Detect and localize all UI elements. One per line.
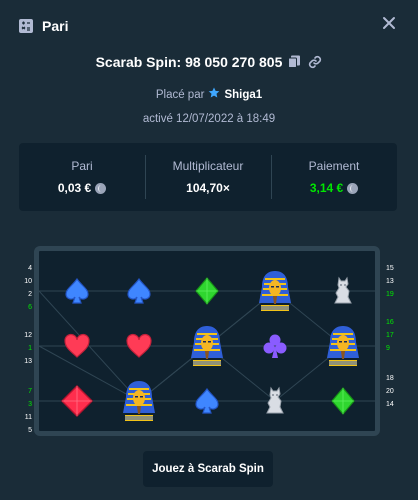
payline-number: 11 bbox=[24, 414, 32, 421]
payline-number: 19 bbox=[386, 291, 394, 298]
payline-number: 13 bbox=[386, 278, 394, 285]
bet-title-row: Scarab Spin: 98 050 270 805 bbox=[0, 54, 418, 70]
bet-slip-icon bbox=[18, 18, 34, 34]
payline-number: 2 bbox=[28, 291, 32, 298]
heart-red-symbol-icon bbox=[55, 324, 99, 368]
payline-number: 10 bbox=[24, 278, 32, 285]
diamond-green-symbol-icon bbox=[321, 379, 365, 423]
payline-number: 1 bbox=[28, 345, 32, 352]
copy-icon[interactable] bbox=[288, 55, 302, 69]
stat-label: Paiement bbox=[308, 159, 360, 173]
payline-number: 4 bbox=[28, 265, 32, 272]
stat-payout: Paiement 3,14 € bbox=[271, 143, 397, 211]
activated-date: activé 12/07/2022 à 18:49 bbox=[142, 113, 276, 125]
payline-number: 13 bbox=[24, 358, 32, 365]
payline-number: 17 bbox=[386, 332, 394, 339]
payline-numbers-right: 15 13 19 16 17 9 18 20 14 bbox=[386, 262, 400, 411]
club-purple-symbol-icon bbox=[253, 324, 297, 368]
payline-number: 20 bbox=[386, 388, 394, 395]
bet-title: Scarab Spin: 98 050 270 805 bbox=[95, 54, 283, 70]
payline-number: 3 bbox=[28, 401, 32, 408]
payline-number: 7 bbox=[28, 388, 32, 395]
stat-value: 3,14 € bbox=[309, 181, 344, 195]
currency-icon bbox=[347, 182, 359, 194]
pharaoh-symbol-icon bbox=[185, 324, 229, 368]
modal-title: Pari bbox=[42, 18, 69, 34]
sphinx-symbol-icon bbox=[253, 379, 297, 423]
placed-by: Placé par Shiga1 bbox=[0, 87, 418, 102]
payline-number: 18 bbox=[386, 375, 394, 382]
sphinx-symbol-icon bbox=[321, 269, 365, 313]
close-icon[interactable] bbox=[382, 16, 398, 32]
placed-by-label: Placé par bbox=[155, 88, 205, 101]
heart-red-symbol-icon bbox=[117, 324, 161, 368]
stat-value-wrap: 3,14 € bbox=[309, 181, 359, 195]
stat-value-wrap: 0,03 € bbox=[57, 181, 107, 195]
payline-number: 14 bbox=[386, 401, 394, 408]
bet-stats-panel: Pari 0,03 € Multiplicateur 104,70× Paiem… bbox=[19, 143, 397, 211]
spade-blue-symbol-icon bbox=[55, 269, 99, 313]
stat-value: 0,03 € bbox=[57, 181, 92, 195]
payline-number: 9 bbox=[386, 345, 390, 352]
payline-number: 12 bbox=[24, 332, 32, 339]
modal-header: Pari bbox=[0, 0, 418, 52]
pharaoh-symbol-icon bbox=[117, 379, 161, 423]
stat-bet: Pari 0,03 € bbox=[19, 143, 145, 211]
payline-number: 6 bbox=[28, 304, 32, 311]
play-scarab-spin-button[interactable]: Jouez à Scarab Spin bbox=[143, 451, 273, 487]
stat-label: Pari bbox=[71, 159, 93, 173]
diamond-green-symbol-icon bbox=[185, 269, 229, 313]
diamond-red-symbol-icon bbox=[55, 379, 99, 423]
stat-multiplier: Multiplicateur 104,70× bbox=[145, 143, 271, 211]
link-icon[interactable] bbox=[308, 55, 322, 69]
pharaoh-symbol-icon bbox=[321, 324, 365, 368]
spade-blue-symbol-icon bbox=[185, 379, 229, 423]
stat-label: Multiplicateur bbox=[172, 159, 244, 173]
payline-number: 5 bbox=[28, 427, 32, 434]
star-badge-icon bbox=[208, 87, 220, 102]
payline-number: 15 bbox=[386, 265, 394, 272]
pharaoh-symbol-icon bbox=[253, 269, 297, 313]
spade-blue-symbol-icon bbox=[117, 269, 161, 313]
slot-grid bbox=[34, 246, 380, 436]
username-link[interactable]: Shiga1 bbox=[224, 89, 262, 101]
stat-value: 104,70× bbox=[186, 181, 230, 195]
payline-numbers-left: 4 10 2 6 12 1 13 7 3 11 5 bbox=[18, 262, 32, 437]
currency-icon bbox=[95, 182, 107, 194]
payline-number: 16 bbox=[386, 319, 394, 326]
